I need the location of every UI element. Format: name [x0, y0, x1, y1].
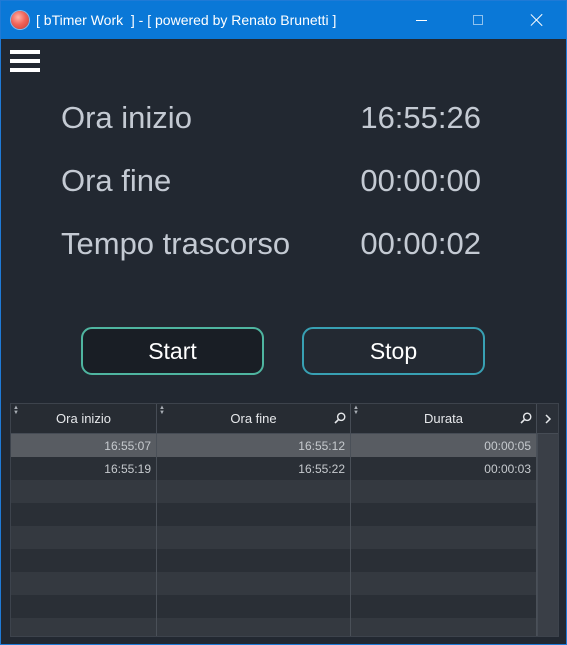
start-button[interactable]: Start — [81, 327, 264, 375]
empty-row — [11, 480, 537, 503]
minimize-button[interactable] — [398, 1, 444, 39]
grid-body: 16:55:07 16:55:12 00:00:05 16:55:19 16:5… — [11, 434, 537, 636]
close-button[interactable] — [514, 1, 560, 39]
app-logo-icon — [11, 11, 29, 29]
minimize-icon — [415, 19, 427, 21]
table-row[interactable]: 16:55:19 16:55:22 00:00:03 — [11, 457, 537, 480]
column-header-durata[interactable]: ▲ ▼ Durata — [351, 404, 537, 433]
window-title: [ bTimer Work ] - [ powered by Renato Br… — [36, 12, 337, 28]
end-time-label: Ora fine — [61, 163, 172, 198]
chevron-right-icon — [545, 413, 552, 424]
search-icon[interactable] — [520, 412, 532, 424]
cell-ora-inizio: 16:55:19 — [11, 457, 157, 480]
column-header-label: Ora fine — [230, 411, 277, 426]
hamburger-menu-icon[interactable] — [10, 50, 40, 74]
start-time-label: Ora inizio — [61, 100, 192, 135]
cell-ora-inizio: 16:55:07 — [11, 434, 157, 457]
table-row[interactable]: 16:55:07 16:55:12 00:00:05 — [11, 434, 537, 457]
sort-arrows-icon: ▲ ▼ — [159, 405, 165, 416]
scroll-right-button[interactable] — [537, 404, 558, 434]
title-bar[interactable]: [ bTimer Work ] - [ powered by Renato Br… — [1, 1, 566, 39]
column-header-label: Ora inizio — [56, 411, 111, 426]
grid-header: ▲ ▼ Ora inizio ▲ ▼ Ora fine ▲ ▼ Durata — [11, 404, 537, 434]
cell-durata: 00:00:03 — [351, 457, 537, 480]
cell-ora-fine: 16:55:22 — [157, 457, 351, 480]
empty-row — [11, 503, 537, 526]
cell-ora-fine: 16:55:12 — [157, 434, 351, 457]
elapsed-time-label: Tempo trascorso — [61, 226, 291, 261]
empty-row — [11, 595, 537, 618]
elapsed-time-value: 00:00:02 — [360, 226, 481, 261]
empty-row — [11, 572, 537, 595]
cell-durata: 00:00:05 — [351, 434, 537, 457]
end-time-value: 00:00:00 — [360, 163, 481, 198]
start-time-value: 16:55:26 — [360, 100, 481, 135]
empty-row — [11, 526, 537, 549]
column-header-ora-fine[interactable]: ▲ ▼ Ora fine — [157, 404, 351, 433]
maximize-button[interactable] — [455, 1, 501, 39]
vertical-scrollbar[interactable] — [537, 434, 558, 636]
history-grid: ▲ ▼ Ora inizio ▲ ▼ Ora fine ▲ ▼ Durata 1… — [10, 403, 559, 637]
column-header-ora-inizio[interactable]: ▲ ▼ Ora inizio — [11, 404, 157, 433]
empty-row — [11, 618, 537, 636]
empty-row — [11, 549, 537, 572]
stop-button[interactable]: Stop — [302, 327, 485, 375]
sort-arrows-icon: ▲ ▼ — [353, 405, 359, 416]
close-icon — [530, 13, 544, 27]
sort-arrows-icon: ▲ ▼ — [13, 405, 19, 416]
maximize-icon — [473, 15, 483, 25]
app-window: [ bTimer Work ] - [ powered by Renato Br… — [0, 0, 567, 645]
column-header-label: Durata — [423, 411, 464, 426]
search-icon[interactable] — [334, 412, 346, 424]
